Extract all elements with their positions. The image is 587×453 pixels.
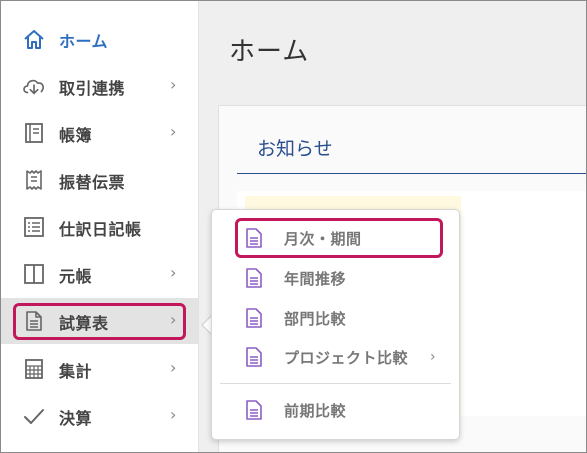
sidebar-item-label: 決算 <box>59 409 93 428</box>
notice-title: お知らせ <box>257 138 333 160</box>
chevron-right-icon: › <box>430 349 436 365</box>
annotation-highlight-monthly-period <box>235 218 443 258</box>
submenu-item-annual-trend[interactable]: 年間推移 <box>212 259 459 297</box>
sidebar-item-label: 取引連携 <box>59 79 126 98</box>
submenu-item-label: 部門比較 <box>284 310 347 328</box>
cloud-download-icon <box>21 74 47 98</box>
submenu-item-prior-period-compare[interactable]: 前期比較 <box>212 391 459 429</box>
submenu-item-label: プロジェクト比較 <box>284 349 409 367</box>
sidebar-item-label: 帳簿 <box>59 126 93 145</box>
chevron-right-icon: › <box>170 75 177 94</box>
sidebar-item-label: 元帳 <box>59 267 93 286</box>
annotation-highlight-shisanhyou <box>13 303 186 340</box>
calculator-icon <box>21 357 47 381</box>
sidebar-item-motochou[interactable]: 元帳 › <box>1 251 198 297</box>
document-icon <box>245 346 263 368</box>
sidebar: ホーム 取引連携 › 帳簿 › 振替伝票 仕訳日記帳 元帳 › 試算表 › 集計… <box>1 1 199 452</box>
app-window: ホーム お知らせ ホーム 取引連携 › 帳簿 › 振替伝票 仕訳日記帳 元帳 ›… <box>0 0 587 453</box>
sidebar-item-torihiki-renkei[interactable]: 取引連携 › <box>1 63 198 109</box>
home-icon <box>21 27 47 51</box>
submenu-item-department-compare[interactable]: 部門比較 <box>212 299 459 337</box>
document-icon <box>245 307 263 329</box>
list-icon <box>21 215 47 239</box>
submenu-item-project-compare[interactable]: プロジェクト比較 › <box>212 338 459 376</box>
chevron-right-icon: › <box>170 358 177 377</box>
notice-divider <box>237 173 586 174</box>
sidebar-item-furikae-denpyou[interactable]: 振替伝票 <box>1 157 198 203</box>
sidebar-item-shiwake-nikkichou[interactable]: 仕訳日記帳 <box>1 204 198 250</box>
sidebar-item-label: 振替伝票 <box>59 173 126 192</box>
receipt-icon <box>21 168 47 192</box>
sidebar-item-choubo[interactable]: 帳簿 › <box>1 110 198 156</box>
book-icon <box>21 121 47 145</box>
sidebar-item-label: ホーム <box>59 32 109 51</box>
submenu-item-label: 前期比較 <box>284 402 347 420</box>
ledger-icon <box>21 262 47 286</box>
chevron-right-icon: › <box>170 405 177 424</box>
page-title: ホーム <box>229 37 310 67</box>
sidebar-item-label: 集計 <box>59 362 93 381</box>
check-icon <box>21 404 47 428</box>
submenu-item-label: 年間推移 <box>284 270 347 288</box>
submenu-divider <box>220 383 451 384</box>
document-icon <box>245 267 263 289</box>
chevron-right-icon: › <box>170 122 177 141</box>
document-icon <box>245 399 263 421</box>
sidebar-item-home[interactable]: ホーム <box>1 16 198 62</box>
shisanhyou-submenu: 月次・期間 年間推移 部門比較 プロジェクト比較 › 前期比較 <box>211 209 460 440</box>
sidebar-item-kessan[interactable]: 決算 › <box>1 393 198 439</box>
chevron-right-icon: › <box>170 263 177 282</box>
sidebar-item-shuukei[interactable]: 集計 › <box>1 346 198 392</box>
sidebar-item-label: 仕訳日記帳 <box>59 220 142 239</box>
